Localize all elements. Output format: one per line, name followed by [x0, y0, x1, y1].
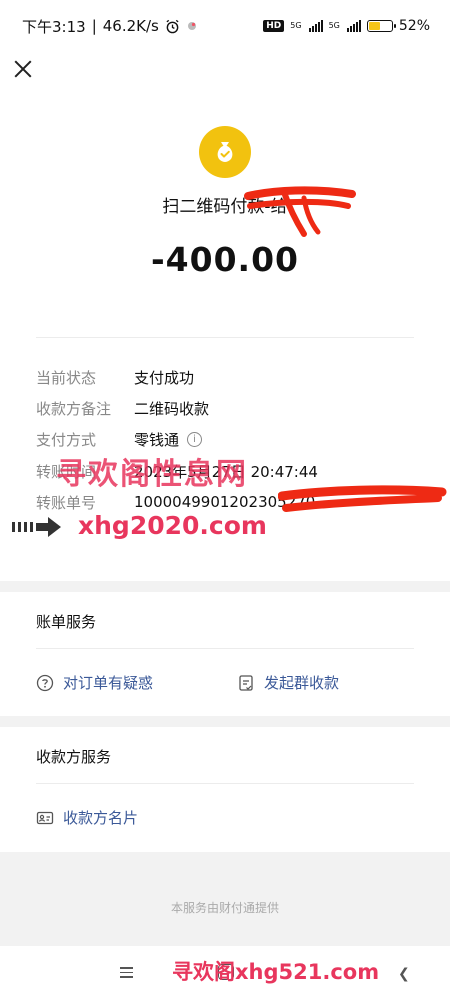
status-bar: 下午3:13 | 46.2K/s HD 5G 5G 52% [0, 0, 450, 52]
net-tag-1: 5G [290, 21, 302, 30]
section-separator-2 [0, 716, 450, 727]
contact-card-icon [36, 811, 54, 824]
close-icon[interactable] [12, 58, 34, 80]
detail-label: 收款方备注 [36, 399, 112, 418]
info-icon[interactable]: i [187, 431, 203, 447]
footer-text: 本服务由财付通提供 [170, 900, 279, 915]
watermark-bottom: 寻欢阁xhg521.com [172, 960, 380, 984]
payee-card-label: 收款方名片 [63, 809, 139, 827]
amount: -400.00 [150, 240, 300, 279]
signal-icon-2 [346, 20, 361, 32]
question-circle-icon [36, 674, 54, 691]
status-speed: 46.2K/s [102, 17, 159, 35]
status-separator: | [91, 17, 97, 35]
back-icon[interactable]: ❮ [398, 966, 410, 982]
divider-payee [36, 783, 414, 784]
arrow-right-icon [36, 517, 61, 537]
payee-card-link[interactable]: 收款方名片 [36, 807, 138, 828]
detail-row-remark: 收款方备注 二维码收款 [36, 395, 426, 421]
footer: 本服务由财付通提供 [0, 852, 450, 946]
detail-value: 支付成功 [134, 367, 194, 388]
signal-icon-1 [308, 20, 323, 32]
arrow-decoration [12, 516, 62, 538]
payee-service-title: 收款方服务 [36, 748, 112, 766]
detail-label: 转账单号 [36, 493, 97, 512]
status-value: 支付成功 [134, 368, 195, 387]
remark-value: 二维码收款 [134, 399, 210, 418]
detail-row-status: 当前状态 支付成功 [36, 364, 426, 390]
redaction-scribble-order [278, 485, 447, 512]
status-right: HD 5G 5G 52% [263, 18, 430, 34]
net-tag-2: 5G [328, 21, 340, 30]
document-icon [239, 674, 253, 691]
payment-bag-icon [199, 126, 251, 178]
battery-percent: 52% [398, 18, 430, 34]
detail-value: 零钱通 i [134, 429, 203, 450]
status-left: 下午3:13 | 46.2K/s [22, 16, 198, 37]
order-question-label: 对订单有疑惑 [63, 674, 154, 692]
redaction-scribble-title [244, 186, 356, 237]
detail-label: 当前状态 [36, 368, 97, 387]
hd-badge: HD [263, 20, 285, 32]
method-value: 零钱通 [134, 430, 180, 449]
group-collect-link[interactable]: 发起群收款 [237, 672, 339, 693]
battery-icon [366, 20, 396, 32]
divider-top [36, 337, 414, 338]
app-notification-icon [187, 22, 196, 30]
detail-label: 支付方式 [36, 430, 97, 449]
money-bag-icon [217, 142, 233, 162]
status-time: 下午3:13 [22, 17, 86, 36]
watermark-site-title: 寻欢阁性息网 [56, 457, 248, 492]
battery-fill [368, 22, 381, 30]
watermark-site-url: xhg2020.com [78, 511, 267, 540]
menu-icon[interactable] [120, 967, 133, 978]
detail-value: 二维码收款 [134, 398, 209, 419]
page-title: 扫二维码付款-给 [162, 197, 288, 217]
bill-service-title: 账单服务 [36, 613, 97, 631]
section-separator-1 [0, 581, 450, 592]
alarm-icon [166, 19, 179, 33]
group-collect-label: 发起群收款 [264, 674, 340, 692]
divider-bill [36, 648, 414, 649]
order-question-link[interactable]: 对订单有疑惑 [36, 672, 153, 693]
